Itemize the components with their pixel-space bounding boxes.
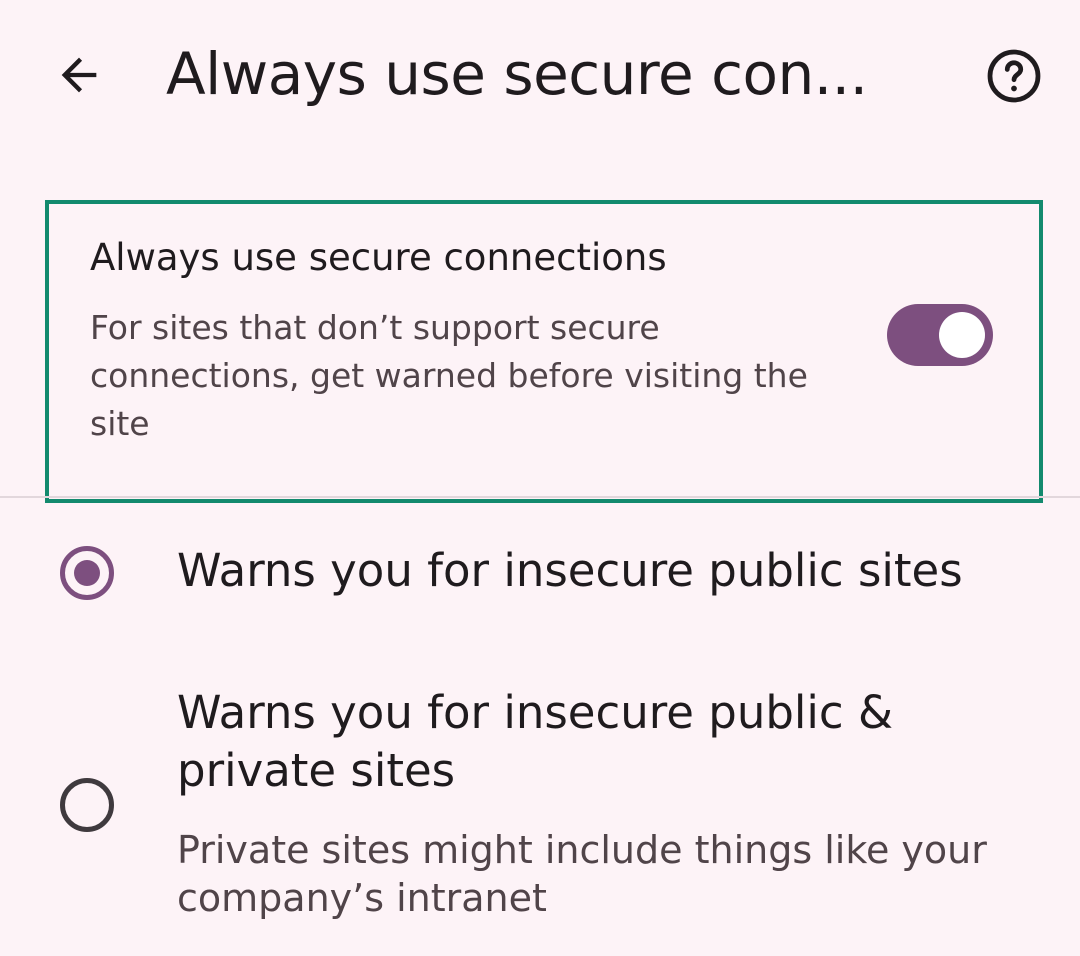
back-button[interactable] <box>44 40 114 110</box>
setting-summary: For sites that don’t support secure conn… <box>90 308 808 443</box>
setting-title: Always use secure connections <box>90 236 667 279</box>
toggle-thumb <box>939 312 985 358</box>
help-circle-icon <box>987 49 1041 103</box>
secure-connections-toggle[interactable] <box>887 304 993 366</box>
radio-selected-icon[interactable] <box>60 546 114 600</box>
option-label: Warns you for insecure public & private … <box>177 686 894 797</box>
option-description: Private sites might include things like … <box>177 828 987 920</box>
radio-unselected-icon[interactable] <box>60 778 114 832</box>
option-public-private-sites[interactable]: Warns you for insecure public & private … <box>0 668 1080 938</box>
option-public-sites[interactable]: Warns you for insecure public sites <box>0 520 1080 630</box>
option-label: Warns you for insecure public sites <box>177 544 963 597</box>
page-title: Always use secure con... <box>166 40 868 108</box>
help-button[interactable] <box>980 42 1048 110</box>
divider <box>0 496 1080 498</box>
app-bar: Always use secure con... <box>0 0 1080 150</box>
secure-connections-setting[interactable]: Always use secure connections For sites … <box>45 200 1043 503</box>
arrow-left-icon <box>61 57 97 93</box>
radio-dot <box>74 560 100 586</box>
